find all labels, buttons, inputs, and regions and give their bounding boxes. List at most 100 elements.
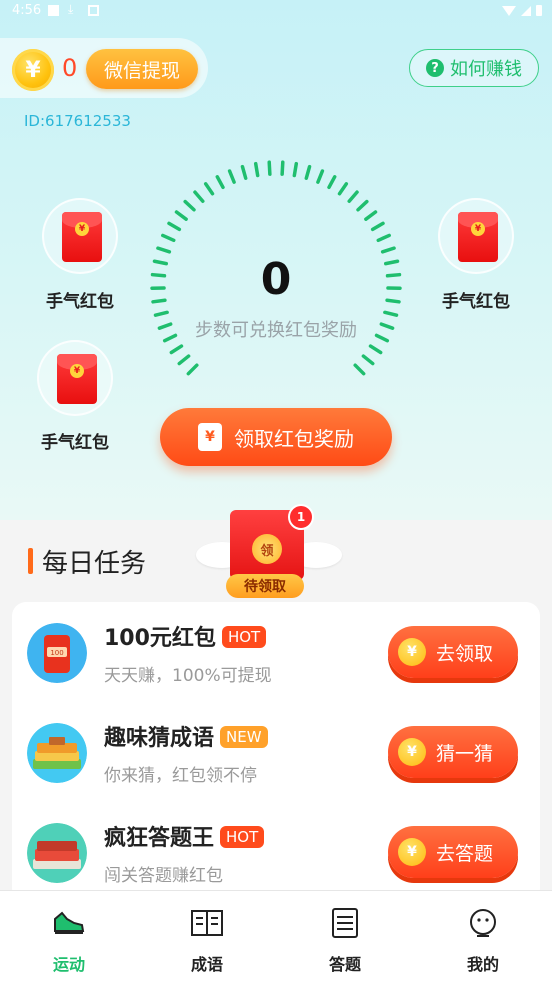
step-description: 步数可兑换红包奖励 [160,316,392,342]
claim-reward-button[interactable]: ¥ 领取红包奖励 [160,408,392,466]
red-envelope-icon: ¥ [198,423,222,451]
gauge-tick [306,167,309,179]
gauge-tick [158,248,169,252]
task-subtitle: 闯关答题赚红包 [104,861,223,886]
task-subtitle: 你来猜，红包领不停 [104,761,257,786]
gauge-tick [195,192,203,201]
lucky-envelope-3-label: 手气红包 [25,428,125,453]
idiom-books-icon [27,723,87,783]
quiz-books-icon [27,823,87,883]
hot-tag: HOT [222,626,266,648]
help-icon: ? [426,59,444,77]
lucky-envelope-2-label: 手气红包 [426,287,526,312]
task-title: 趣味猜成语NEW [104,720,268,752]
gauge-tick [373,223,383,229]
gauge-tick [385,312,397,315]
new-tag: NEW [220,726,268,748]
gauge-tick [242,167,245,179]
notification-square-icon [48,5,59,16]
gauge-tick [171,346,181,352]
gauge-tick [339,184,346,194]
gauge-tick [383,248,394,252]
task-subtitle: 天天赚，100%可提现 [104,661,272,686]
answer-sheet-icon [328,907,362,939]
gauge-tick [378,235,389,240]
gauge-tick [179,356,188,364]
nav-tab-quiz[interactable]: 答题 [276,907,414,975]
gauge-tick [329,177,335,188]
coin-icon: ¥ [398,738,426,766]
lucky-envelope-2[interactable]: ¥ [438,198,514,274]
gauge-tick [294,164,296,176]
coin-icon: ¥ [12,49,54,91]
gauge-tick [371,346,381,352]
task-item: 趣味猜成语NEW 你来猜，红包领不停 ¥ 猜一猜 [12,716,540,806]
red-envelope-icon: ¥ [458,212,498,262]
status-time: 4:56 [12,3,41,18]
gauge-tick [386,261,398,263]
gauge-tick [282,162,283,174]
how-to-earn-button[interactable]: ? 如何赚钱 [409,49,539,87]
bottom-nav: 运动 成语 答题 我的 [0,890,552,984]
gauge-tick [230,171,234,182]
pending-label: 待领取 [226,574,304,598]
gauge-tick [163,235,174,240]
gauge-tick [155,312,167,315]
gauge-tick [153,275,165,276]
lucky-envelope-1[interactable]: ¥ [42,198,118,274]
nav-label: 运动 [0,951,138,975]
nav-label: 成语 [138,951,276,975]
task-item: 100 100元红包HOT 天天赚，100%可提现 ¥ 去领取 [12,616,540,706]
wechat-withdraw-button[interactable]: 微信提现 [86,49,198,89]
task-button-label: 去领取 [436,639,493,666]
pending-reward[interactable]: 领 1 待领取 [196,508,342,604]
pending-coin: 领 [252,534,282,564]
lucky-envelope-1-label: 手气红包 [30,287,130,312]
nav-tab-sport[interactable]: 运动 [0,907,138,975]
step-count: 0 [176,254,376,305]
gauge-tick [388,275,400,276]
daily-tasks-title: 每日任务 [28,543,146,580]
gauge-tick [349,192,357,201]
status-icons [502,5,542,16]
hot-tag: HOT [220,826,264,848]
claim-task-button[interactable]: ¥ 去领取 [388,626,518,678]
download-icon: ⤓ [68,2,79,13]
pending-count-badge: 1 [288,504,314,530]
gauge-tick [154,261,166,263]
gauge-tick [217,177,223,188]
task-title: 100元红包HOT [104,620,266,652]
coin-icon: ¥ [398,638,426,666]
how-to-earn-label: 如何赚钱 [450,55,522,81]
status-bar: 4:56 ⤓ [0,0,552,24]
gauge-tick [387,300,399,302]
svg-text:100: 100 [50,649,63,657]
red-envelope-icon: ¥ [57,354,97,404]
gauge-tick [358,202,367,210]
gauge-tick [188,365,196,373]
red-envelope-icon: ¥ [62,212,102,262]
claim-reward-label: 领取红包奖励 [234,423,354,452]
gauge-tick [176,212,186,219]
coin-icon: ¥ [398,838,426,866]
nav-tab-mine[interactable]: 我的 [414,907,552,975]
gauge-tick [318,171,322,182]
task-title: 疯狂答题王HOT [104,820,264,852]
task-button-label: 去答题 [436,839,493,866]
signal-icon [521,6,531,16]
open-book-icon [190,907,224,939]
gauge-tick [269,162,270,174]
gauge-tick [206,184,213,194]
profile-face-icon [466,907,500,939]
wifi-icon [502,6,516,16]
gauge-tick [169,223,179,229]
task-button-label: 猜一猜 [436,739,493,766]
gauge-tick [256,164,258,176]
gauge-tick [185,202,194,210]
notification-box-icon [88,5,99,16]
nav-tab-idiom[interactable]: 成语 [138,907,276,975]
lucky-envelope-3[interactable]: ¥ [37,340,113,416]
guess-idiom-button[interactable]: ¥ 猜一猜 [388,726,518,778]
battery-icon [536,5,542,16]
answer-quiz-button[interactable]: ¥ 去答题 [388,826,518,878]
